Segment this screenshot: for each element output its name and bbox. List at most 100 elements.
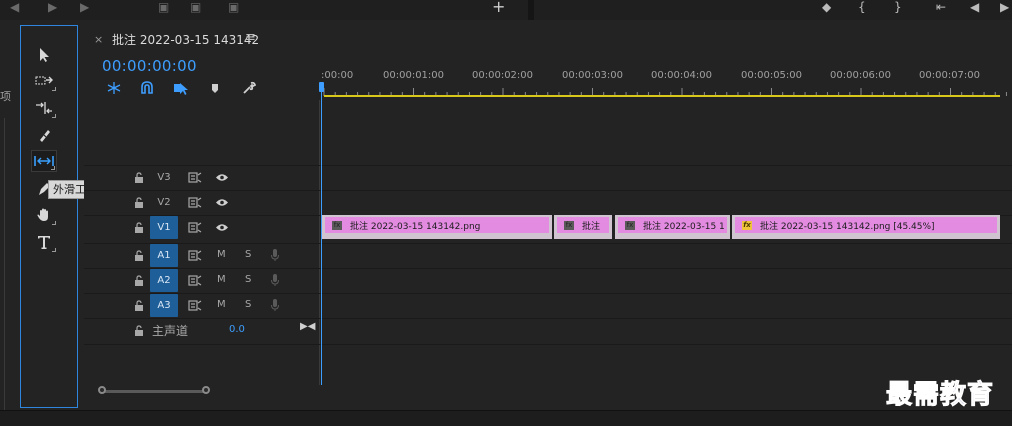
solo-button[interactable]: S — [245, 274, 251, 285]
slip-tool[interactable] — [31, 150, 57, 172]
type-icon — [38, 236, 50, 249]
lock-icon[interactable] — [134, 172, 144, 183]
lock-icon[interactable] — [134, 197, 144, 208]
panel-divider — [528, 0, 534, 20]
sync-lock-icon[interactable] — [188, 197, 202, 208]
track-row-a2: A2 M S — [84, 268, 1012, 292]
ruler-label: 00:00:04:00 — [651, 70, 713, 81]
mark-in-icon[interactable]: { — [858, 0, 866, 14]
fx-badge-icon: fx — [742, 220, 752, 230]
camera-icon[interactable]: ▣ — [228, 0, 239, 14]
track-row-v2: V2 — [84, 190, 1012, 214]
zoom-scrollbar[interactable] — [96, 385, 1012, 397]
go-to-edit-point-icon[interactable]: ▶◀ — [300, 321, 315, 332]
zoom-scrollbar-left-handle[interactable] — [98, 386, 106, 394]
step-back-icon[interactable]: ◀ — [10, 0, 19, 14]
lock-icon[interactable] — [134, 222, 144, 233]
mute-button[interactable]: M — [217, 299, 226, 310]
hand-tool[interactable] — [31, 204, 57, 226]
razor-tool[interactable] — [31, 124, 57, 146]
timeline-settings-button[interactable] — [240, 80, 258, 96]
play-icon[interactable]: ▶ — [48, 0, 57, 14]
sequence-tab-title[interactable]: 批注 2022-03-15 143142 — [112, 31, 259, 48]
snap-button[interactable] — [138, 80, 156, 96]
step-back-frame-icon[interactable]: ◀ — [970, 0, 979, 14]
sync-lock-icon[interactable] — [188, 300, 202, 311]
zoom-scrollbar-right-handle[interactable] — [202, 386, 210, 394]
playhead-line[interactable] — [321, 88, 322, 385]
lock-icon[interactable] — [134, 300, 144, 311]
zoom-scrollbar-track[interactable] — [103, 390, 206, 393]
fx-badge-icon: fx — [625, 220, 635, 230]
master-volume-value[interactable]: 0.0 — [229, 324, 245, 335]
mark-out-icon[interactable]: } — [894, 0, 902, 14]
track-name-a3[interactable]: A3 — [150, 294, 178, 317]
ruler-label: :00:00 — [321, 70, 354, 81]
sync-lock-icon[interactable] — [188, 172, 202, 183]
linked-selection-icon — [174, 83, 188, 95]
step-forward-icon[interactable]: ▶ — [80, 0, 89, 14]
fx-badge-icon: fx — [564, 220, 574, 230]
video-clip[interactable]: fx 批注 2022-03-15 1 — [615, 215, 730, 239]
master-track-row — [84, 318, 320, 344]
track-name-a2[interactable]: A2 — [150, 269, 178, 292]
solo-button[interactable]: S — [245, 299, 251, 310]
close-tab-icon[interactable]: × — [94, 33, 103, 46]
linked-selection-button[interactable] — [172, 80, 190, 96]
insert-icon[interactable]: ▣ — [158, 0, 169, 14]
work-area-bar[interactable] — [324, 95, 1000, 97]
ruler-label: 00:00:06:00 — [830, 70, 892, 81]
video-clip[interactable]: fx 批注 2022-03-15 143142.png [45.45%] — [732, 215, 1000, 239]
microphone-icon[interactable] — [270, 273, 280, 287]
track-name-a1[interactable]: A1 — [150, 244, 178, 267]
playhead-timecode[interactable]: 00:00:00:00 — [102, 57, 197, 75]
nest-icon — [107, 82, 121, 94]
go-to-in-icon[interactable]: ⇤ — [936, 0, 946, 14]
sync-lock-icon[interactable] — [188, 275, 202, 286]
magnet-icon — [141, 81, 153, 94]
track-name-v2[interactable]: V2 — [150, 191, 178, 214]
lock-icon[interactable] — [134, 275, 144, 286]
master-track-label: 主声道 — [152, 324, 189, 338]
eye-icon[interactable] — [215, 173, 229, 182]
hand-icon — [37, 208, 48, 221]
marker-icon[interactable]: ◆ — [822, 0, 831, 14]
video-clip[interactable]: fx 批注 2022-03-15 143142.png — [322, 215, 552, 239]
lock-icon[interactable] — [134, 325, 144, 336]
project-panel-edge-label: 项 — [0, 90, 11, 103]
mute-button[interactable]: M — [217, 249, 226, 260]
mute-button[interactable]: M — [217, 274, 226, 285]
selection-tool[interactable] — [31, 44, 57, 66]
playhead-handle[interactable] — [319, 82, 324, 92]
microphone-icon[interactable] — [270, 248, 280, 262]
add-marker-button[interactable] — [206, 80, 224, 96]
video-clip[interactable]: fx 批注 — [554, 215, 612, 239]
clip-label: 批注 2022-03-15 1 — [643, 221, 725, 232]
clip-label: 批注 2022-03-15 143142.png [45.45%] — [760, 221, 935, 232]
solo-button[interactable]: S — [245, 249, 251, 260]
microphone-icon[interactable] — [270, 298, 280, 312]
export-frame-icon[interactable]: ▣ — [190, 0, 201, 14]
ripple-edit-icon — [36, 102, 52, 114]
type-tool[interactable] — [31, 231, 57, 253]
play-stop-icon[interactable]: ▶ — [1000, 0, 1009, 14]
track-name-v1[interactable]: V1 — [150, 216, 178, 239]
eye-icon[interactable] — [215, 223, 229, 232]
ruler-label: 00:00:05:00 — [741, 70, 803, 81]
add-button-icon[interactable]: + — [492, 0, 505, 15]
panel-menu-icon[interactable]: ≡ — [245, 30, 256, 45]
fx-badge-icon: fx — [332, 220, 342, 230]
ruler-label: 00:00:01:00 — [383, 70, 445, 81]
lock-icon[interactable] — [134, 250, 144, 261]
eye-icon[interactable] — [215, 198, 229, 207]
track-select-tool[interactable] — [31, 70, 57, 92]
ripple-edit-tool[interactable] — [31, 97, 57, 119]
track-name-v3[interactable]: V3 — [150, 166, 178, 189]
ruler-label: 00:00:07:00 — [919, 70, 981, 81]
toolbox — [20, 25, 78, 408]
sync-lock-icon[interactable] — [188, 222, 202, 233]
wrench-icon — [243, 81, 256, 94]
sync-lock-icon[interactable] — [188, 250, 202, 261]
nest-sequence-button[interactable] — [105, 80, 123, 96]
clip-label: 批注 2022-03-15 143142.png — [350, 221, 481, 232]
